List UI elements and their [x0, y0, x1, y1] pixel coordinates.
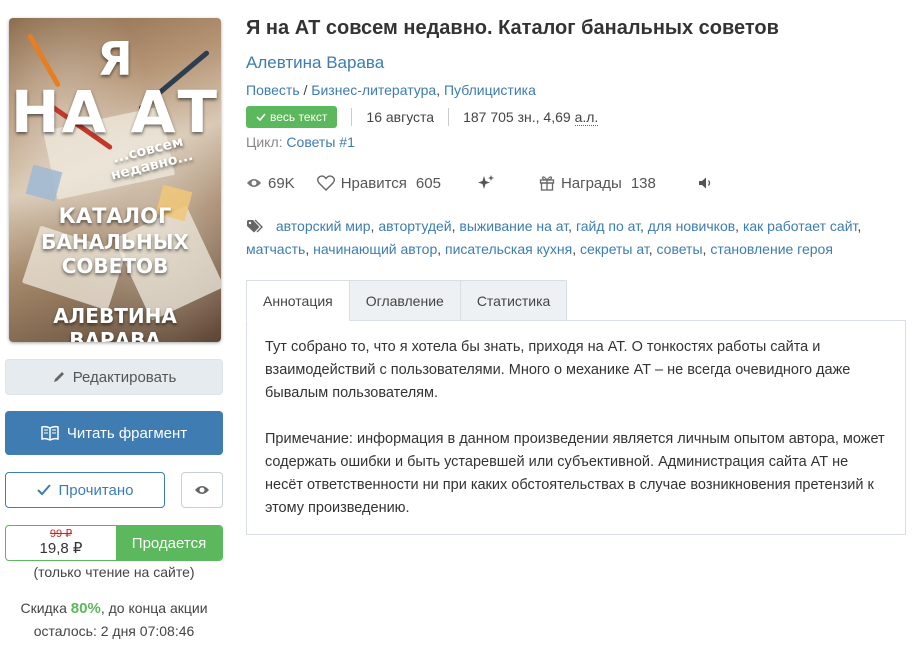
- tag-link[interactable]: для новичков: [648, 218, 735, 234]
- tag-separator: ,: [640, 218, 648, 234]
- price-box: 99 ₽ 19,8 ₽: [6, 526, 116, 560]
- eye-icon: [247, 179, 261, 187]
- genres: Повесть / Бизнес-литература, Публицистик…: [246, 82, 910, 98]
- genre-separator: /: [299, 82, 312, 98]
- checkmark-icon: [36, 484, 51, 496]
- tab-statistics[interactable]: Статистика: [459, 280, 568, 321]
- tag-separator: ,: [735, 218, 743, 234]
- eye-icon: [195, 486, 209, 494]
- pencil-icon: [53, 372, 64, 382]
- size-unit[interactable]: а.л.: [574, 109, 599, 126]
- book-cover[interactable]: Я НА АТ ...совсем недавно... КАТАЛОГ БАН…: [9, 18, 221, 342]
- read-fragment-label: Читать фрагмент: [66, 424, 188, 442]
- site-only-note: (только чтение на сайте): [33, 564, 195, 580]
- discount-time-left: осталось: 2 дня 07:08:46: [33, 623, 195, 639]
- book-meta: весь текст 16 августа 187 705 зн., 4,69 …: [246, 106, 910, 128]
- gift-icon: [539, 176, 555, 191]
- genre-link[interactable]: Бизнес-литература: [311, 82, 436, 98]
- open-book-icon: [41, 425, 59, 441]
- series-prefix: Цикл:: [246, 134, 283, 150]
- tag-link[interactable]: становление героя: [710, 241, 833, 257]
- sidebar: Я НА АТ ...совсем недавно... КАТАЛОГ БАН…: [5, 18, 223, 642]
- tag-link[interactable]: советы: [657, 241, 703, 257]
- like-button[interactable]: Нравится 605: [316, 174, 441, 192]
- likes-count: 605: [415, 174, 441, 192]
- author-link[interactable]: Алевтина Варава: [246, 53, 910, 73]
- tag-link[interactable]: автортудей: [378, 218, 451, 234]
- discount-info: Скидка 80%, до конца акции осталось: 2 д…: [5, 597, 223, 642]
- buy-button[interactable]: Продается: [116, 526, 222, 560]
- divider: [351, 108, 353, 126]
- book-size: 187 705 зн., 4,69: [463, 109, 571, 125]
- full-text-badge: весь текст: [246, 106, 338, 128]
- annotation-panel: Тут собрано то, что я хотела бы знать, п…: [246, 320, 906, 535]
- series: Цикл: Советы #1: [246, 134, 910, 150]
- tag-link[interactable]: матчасть: [246, 241, 305, 257]
- tabs: Аннотация Оглавление Статистика: [246, 280, 910, 321]
- tag-link[interactable]: гайд по ат: [576, 218, 640, 234]
- tag-link[interactable]: выживание на ат: [459, 218, 568, 234]
- awards-count: 138: [630, 174, 656, 192]
- tab-annotation[interactable]: Аннотация: [246, 280, 350, 321]
- form-link[interactable]: Повесть: [246, 82, 300, 98]
- tag-link[interactable]: начинающий автор: [313, 241, 437, 257]
- tag-link[interactable]: авторский мир: [276, 218, 371, 234]
- tag-link[interactable]: писательская кухня: [445, 241, 572, 257]
- tag-separator: ,: [648, 241, 657, 257]
- discount-suffix: , до конца акции: [100, 600, 208, 616]
- divider: [448, 108, 450, 126]
- sparkle-button[interactable]: [477, 174, 495, 192]
- speaker-icon: [698, 177, 710, 189]
- purchase-widget: 99 ₽ 19,8 ₽ Продается: [5, 525, 223, 561]
- read-status-row: Прочитано: [5, 472, 223, 508]
- tab-toc[interactable]: Оглавление: [348, 280, 461, 321]
- watch-button[interactable]: [181, 472, 223, 508]
- likes-label: Нравится: [340, 174, 407, 192]
- edit-button-label: Редактировать: [72, 368, 177, 386]
- tag-link[interactable]: секреты ат: [580, 241, 649, 257]
- heart-icon: [316, 175, 335, 191]
- annotation-paragraph: Примечание: информация в данном произвед…: [265, 431, 885, 516]
- checkmark-icon: [256, 113, 266, 121]
- cover-author: АЛЕВТИНА ВАРАВА: [53, 304, 177, 342]
- mark-read-button[interactable]: Прочитано: [5, 472, 165, 508]
- views-count: 69K: [268, 174, 295, 192]
- tags-list: авторский мир, автортудей, выживание на …: [246, 215, 910, 261]
- awards-button[interactable]: Награды 138: [539, 175, 656, 192]
- tag-separator: ,: [857, 218, 862, 234]
- tag-link[interactable]: как работает сайт: [743, 218, 857, 234]
- tag-separator: ,: [568, 218, 576, 234]
- sparkle-icon: [477, 175, 494, 189]
- views-stat: 69K: [246, 175, 295, 192]
- mark-read-label: Прочитано: [58, 481, 134, 499]
- full-text-label: весь текст: [270, 110, 328, 124]
- discount-percent: 80%: [70, 600, 101, 617]
- read-fragment-button[interactable]: Читать фрагмент: [5, 411, 223, 455]
- tag-separator: ,: [437, 241, 446, 257]
- cover-title-line: КАТАЛОГ: [58, 204, 172, 228]
- publish-date: 16 августа: [366, 109, 435, 125]
- tag-separator: ,: [572, 241, 580, 257]
- book-details: Я на АТ совсем недавно. Каталог банальны…: [246, 14, 910, 535]
- edit-button[interactable]: Редактировать: [5, 359, 223, 395]
- book-title: Я на АТ совсем недавно. Каталог банальны…: [246, 17, 779, 39]
- genre-comma: ,: [436, 82, 444, 98]
- annotation-paragraph: Тут собрано то, что я хотела бы знать, п…: [265, 339, 851, 401]
- audio-button[interactable]: [698, 176, 714, 190]
- discount-prefix: Скидка: [20, 600, 67, 616]
- genre-link[interactable]: Публицистика: [444, 82, 536, 98]
- cover-title-line: БАНАЛЬНЫХ СОВЕТОВ: [41, 230, 189, 278]
- series-link[interactable]: Советы #1: [286, 134, 354, 150]
- tags-icon: [247, 219, 263, 233]
- awards-label: Награды: [560, 174, 622, 192]
- stats-bar: 69K Нравится 605 Награды 138: [246, 174, 910, 192]
- tag-separator: ,: [305, 241, 314, 257]
- new-price: 19,8 ₽: [39, 539, 83, 557]
